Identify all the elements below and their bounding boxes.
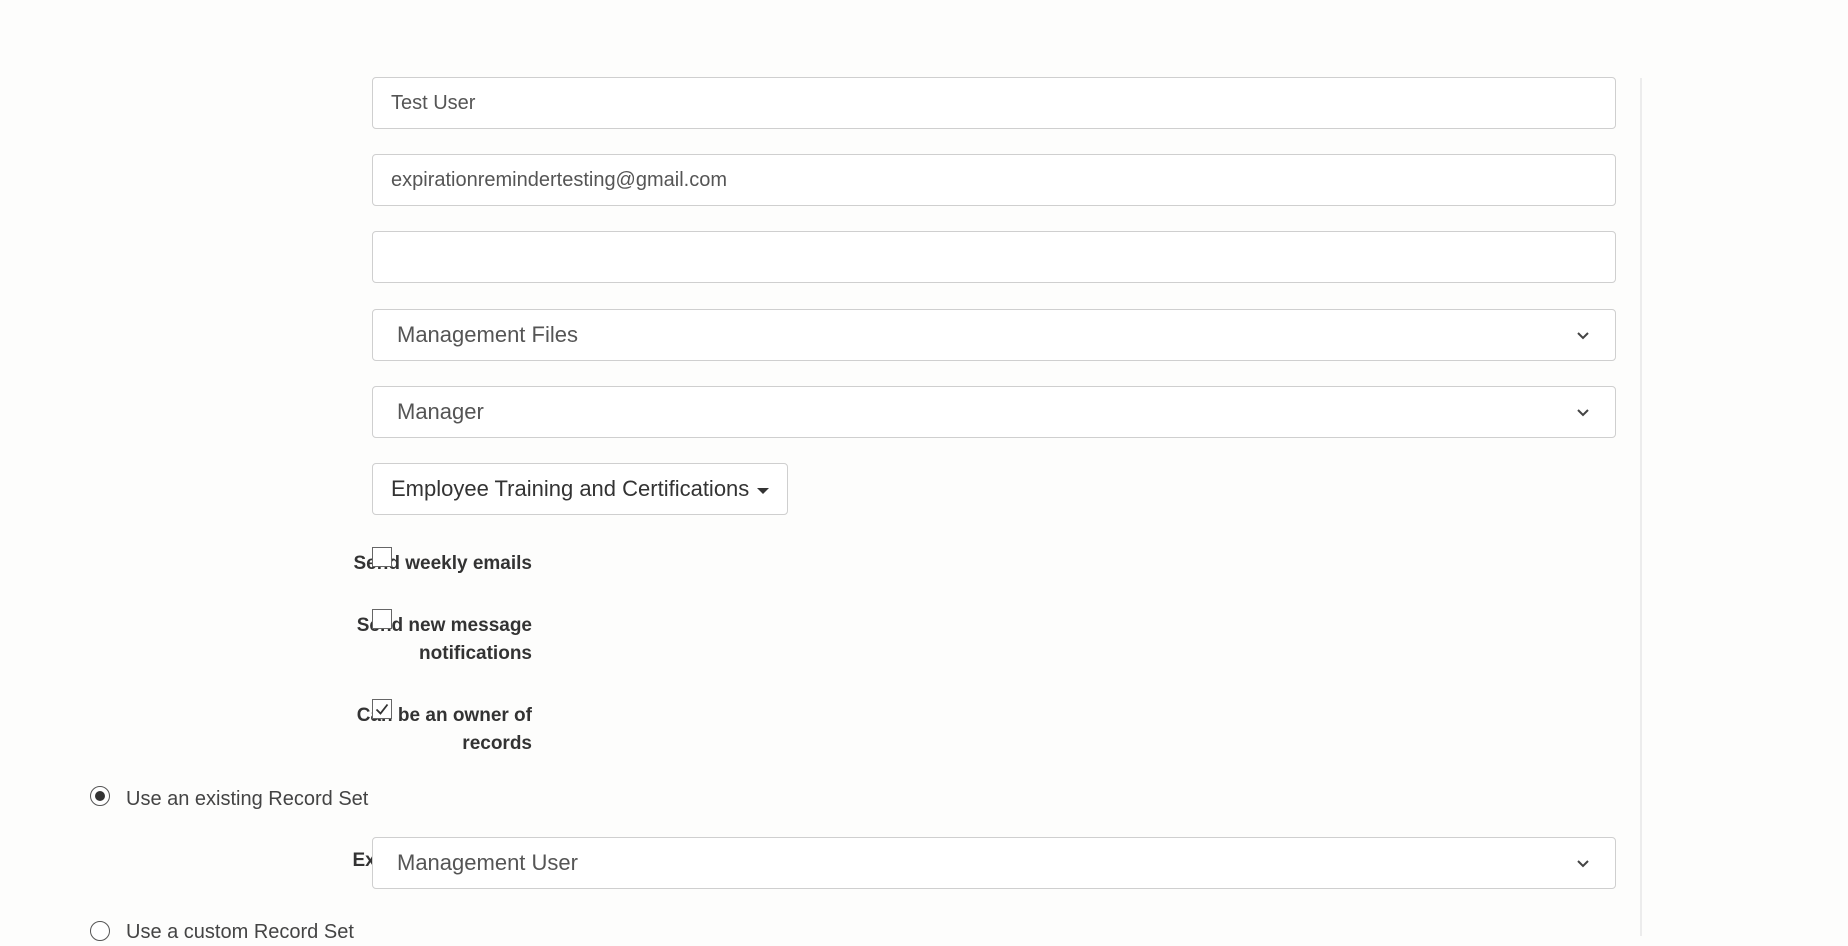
role-selected-value: Manager	[397, 399, 484, 424]
can-be-owner-label: Can be an owner of records	[272, 702, 532, 758]
can-be-owner-checkbox[interactable]	[372, 699, 392, 719]
existing-record-set-selected-value: Management User	[397, 850, 578, 875]
send-new-message-checkbox[interactable]	[372, 609, 392, 629]
can-be-owner-label-line1: Can be an owner of	[356, 705, 532, 726]
can-be-owner-label-line2: records	[462, 733, 532, 754]
folder-select[interactable]: Management Files	[372, 309, 1616, 361]
send-weekly-emails-checkbox[interactable]	[372, 547, 392, 567]
name-input[interactable]	[372, 77, 1616, 129]
send-new-message-label: Send new message notifications	[272, 612, 532, 668]
send-new-message-label-line2: notifications	[419, 643, 532, 664]
use-existing-record-set-radio[interactable]	[90, 786, 110, 806]
chevron-down-icon	[1577, 409, 1589, 417]
chevron-down-icon	[1577, 332, 1589, 340]
checkmark-icon	[375, 703, 389, 715]
send-new-message-label-line1: Send new message	[356, 615, 532, 636]
panel-divider	[1640, 78, 1642, 936]
folder-selected-value: Management Files	[397, 322, 578, 347]
use-custom-record-set-label[interactable]: Use a custom Record Set	[126, 918, 354, 946]
chevron-down-icon	[1577, 860, 1589, 868]
workspace-selected-value: Employee Training and Certifications	[391, 476, 750, 501]
workspace-dropdown-button[interactable]: Employee Training and Certifications	[372, 463, 789, 515]
use-existing-record-set-label[interactable]: Use an existing Record Set	[126, 785, 368, 813]
mobile-phone-input[interactable]	[372, 231, 1616, 283]
existing-record-set-select[interactable]: Management User	[372, 837, 1616, 889]
caret-down-icon	[757, 488, 770, 494]
use-custom-record-set-radio[interactable]	[90, 921, 110, 941]
send-weekly-emails-label: Send weekly emails	[353, 553, 533, 574]
email-input[interactable]	[372, 154, 1616, 206]
radio-selected-dot	[95, 791, 105, 801]
role-select[interactable]: Manager	[372, 386, 1616, 438]
